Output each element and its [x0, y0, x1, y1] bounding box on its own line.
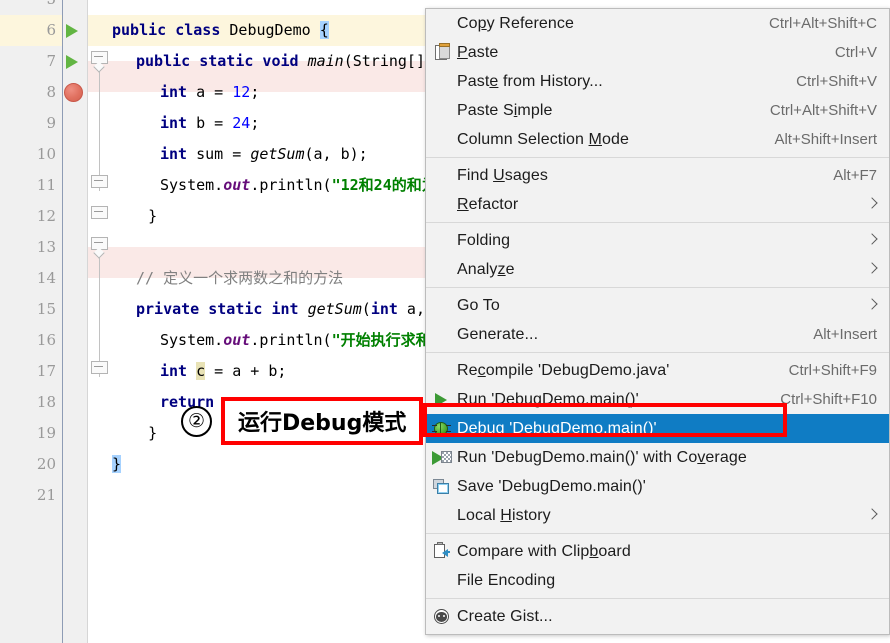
menu-item-shortcut: Alt+F7 — [833, 167, 877, 184]
chevron-right-icon — [866, 298, 878, 310]
paste-icon — [432, 43, 451, 62]
chevron-right-icon — [866, 197, 878, 209]
menu-item-recompile[interactable]: Recompile 'DebugDemo.java' Ctrl+Shift+F9 — [426, 356, 889, 385]
menu-item-label: Run 'DebugDemo.main()' with Coverage — [457, 449, 747, 466]
menu-item-shortcut: Alt+Shift+Insert — [774, 131, 877, 148]
code-line-14[interactable]: // 定义一个求两数之和的方法 — [136, 263, 343, 294]
github-octocat-icon — [432, 607, 451, 626]
chevron-right-icon — [866, 508, 878, 520]
code-line-12[interactable]: } — [112, 201, 157, 232]
menu-item-label: Run 'DebugDemo.main()' — [457, 391, 639, 408]
menu-item-label: File Encoding — [457, 572, 556, 589]
save-icon — [432, 477, 451, 496]
menu-item-label: Paste Simple — [457, 102, 553, 119]
step-number-badge: ② — [181, 405, 212, 437]
menu-item-label: Local History — [457, 507, 551, 524]
code-line-19[interactable]: } — [112, 418, 157, 449]
menu-item-create-gist[interactable]: Create Gist... — [426, 602, 889, 631]
menu-item-local-history[interactable]: Local History — [426, 501, 889, 530]
menu-item-paste-simple[interactable]: Paste Simple Ctrl+Alt+Shift+V — [426, 96, 889, 125]
code-line-7[interactable]: public static void main(String[] args — [136, 46, 470, 77]
menu-item-label: Paste from History... — [457, 73, 603, 90]
menu-item-label: Paste — [457, 44, 499, 61]
chevron-right-icon — [866, 233, 878, 245]
menu-item-shortcut: Ctrl+V — [834, 44, 877, 61]
annotation-text: 运行Debug模式 — [238, 411, 407, 436]
editor-context-menu[interactable]: Copy Reference Ctrl+Alt+Shift+C Paste Ct… — [425, 8, 890, 635]
menu-separator — [426, 533, 889, 534]
code-line-17[interactable]: int c = a + b; — [160, 356, 286, 387]
menu-item-label: Folding — [457, 232, 511, 249]
menu-item-label: Recompile 'DebugDemo.java' — [457, 362, 670, 379]
menu-item-label: Refactor — [457, 196, 519, 213]
code-line-10[interactable]: int sum = getSum(a, b); — [160, 139, 368, 170]
annotation-step-2: ② 运行Debug模式 — [181, 396, 424, 446]
menu-item-label: Compare with Clipboard — [457, 543, 631, 560]
menu-item-paste[interactable]: Paste Ctrl+V — [426, 38, 889, 67]
chevron-right-icon — [866, 262, 878, 274]
run-icon — [432, 390, 451, 409]
menu-item-shortcut: Alt+Insert — [813, 326, 877, 343]
menu-item-generate[interactable]: Generate... Alt+Insert — [426, 320, 889, 349]
menu-item-label: Generate... — [457, 326, 539, 343]
menu-item-shortcut: Ctrl+Shift+F9 — [788, 362, 877, 379]
menu-separator — [426, 352, 889, 353]
code-line-9[interactable]: int b = 24; — [160, 108, 259, 139]
annotation-box: 运行Debug模式 — [221, 397, 424, 445]
menu-item-save-main[interactable]: Save 'DebugDemo.main()' — [426, 472, 889, 501]
menu-item-paste-from-history[interactable]: Paste from History... Ctrl+Shift+V — [426, 67, 889, 96]
menu-item-shortcut: Ctrl+Alt+Shift+C — [769, 15, 877, 32]
menu-item-label: Go To — [457, 297, 500, 314]
menu-separator — [426, 157, 889, 158]
menu-item-go-to[interactable]: Go To — [426, 291, 889, 320]
menu-separator — [426, 287, 889, 288]
menu-item-copy-reference[interactable]: Copy Reference Ctrl+Alt+Shift+C — [426, 9, 889, 38]
menu-item-analyze[interactable]: Analyze — [426, 255, 889, 284]
code-line-20[interactable]: } — [112, 449, 122, 480]
menu-item-shortcut: Ctrl+Alt+Shift+V — [769, 102, 877, 119]
compare-clipboard-icon — [432, 542, 451, 561]
code-line-6[interactable]: public class DebugDemo { — [112, 15, 329, 46]
menu-item-debug-main[interactable]: Debug 'DebugDemo.main()' — [426, 414, 889, 443]
menu-item-file-encoding[interactable]: File Encoding — [426, 566, 889, 595]
menu-item-label: Analyze — [457, 261, 515, 278]
menu-item-label: Create Gist... — [457, 608, 553, 625]
menu-separator — [426, 222, 889, 223]
code-line-11[interactable]: System.out.println("12和24的和为： — [160, 170, 452, 201]
menu-item-label: Find Usages — [457, 167, 548, 184]
menu-item-refactor[interactable]: Refactor — [426, 190, 889, 219]
menu-item-column-selection-mode[interactable]: Column Selection Mode Alt+Shift+Insert — [426, 125, 889, 154]
code-line-16[interactable]: System.out.println("开始执行求和方 — [160, 325, 446, 356]
menu-item-run-main[interactable]: Run 'DebugDemo.main()' Ctrl+Shift+F10 — [426, 385, 889, 414]
menu-item-find-usages[interactable]: Find Usages Alt+F7 — [426, 161, 889, 190]
code-line-8[interactable]: int a = 12; — [160, 77, 259, 108]
menu-item-label: Copy Reference — [457, 15, 575, 32]
debug-bug-icon — [432, 419, 451, 438]
menu-item-shortcut: Ctrl+Shift+F10 — [780, 391, 877, 408]
menu-item-label: Column Selection Mode — [457, 131, 629, 148]
menu-item-shortcut: Ctrl+Shift+V — [796, 73, 877, 90]
menu-item-run-with-coverage[interactable]: Run 'DebugDemo.main()' with Coverage — [426, 443, 889, 472]
menu-item-compare-with-clipboard[interactable]: Compare with Clipboard — [426, 537, 889, 566]
menu-item-label: Debug 'DebugDemo.main()' — [457, 420, 657, 437]
menu-separator — [426, 598, 889, 599]
menu-item-label: Save 'DebugDemo.main()' — [457, 478, 646, 495]
code-line-15[interactable]: private static int getSum(int a, int — [136, 294, 461, 325]
menu-item-folding[interactable]: Folding — [426, 226, 889, 255]
screen: 5 6 7 8 9 10 11 12 13 14 15 16 17 18 19 … — [0, 0, 890, 643]
coverage-icon — [432, 448, 452, 467]
